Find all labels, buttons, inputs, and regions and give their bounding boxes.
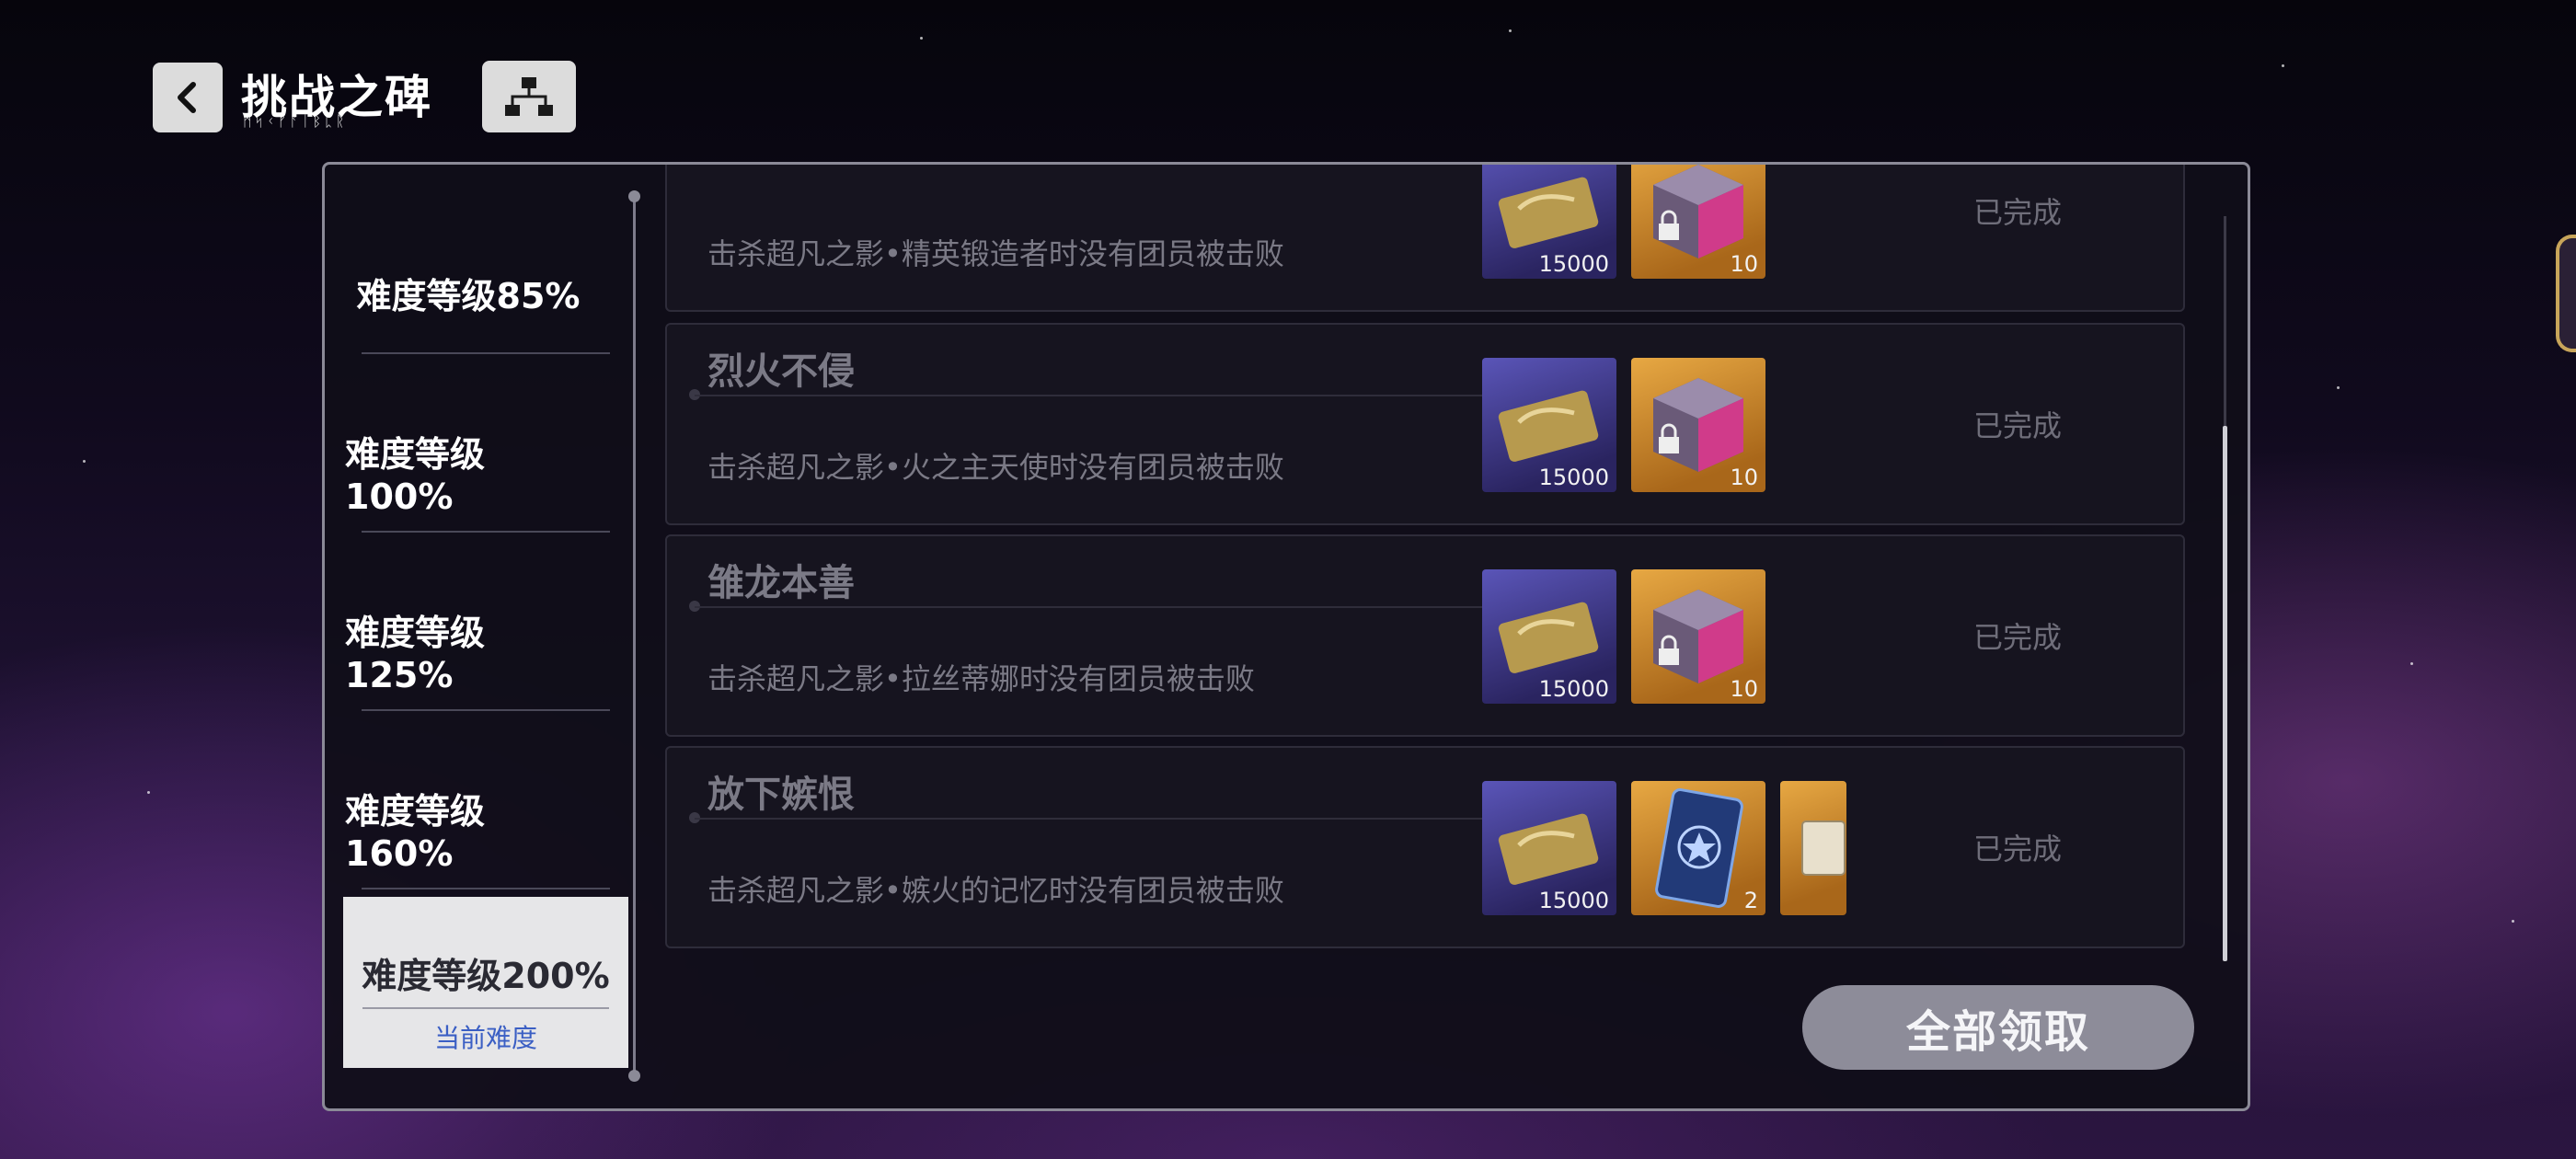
task-description: 击杀超凡之影•拉丝蒂娜时没有团员被击败 [707,661,1255,696]
divider [362,531,610,533]
difficulty-track [633,192,636,1075]
scroll-icon [1801,820,1846,876]
star [147,791,150,794]
divider [362,709,610,711]
star [83,460,86,463]
difficulty-label: 难度等级200% [362,956,610,996]
task-card: 烈火不侵 击杀超凡之影•火之主天使时没有团员被击败 15000 10 已完成 [665,323,2185,525]
task-description: 击杀超凡之影•精英锻造者时没有团员被击败 [707,236,1284,271]
challenge-panel: 难度等级85% 难度等级100% 难度等级125% 难度等级160% 难度等级2… [322,162,2250,1111]
claim-all-button[interactable]: 全部领取 [1802,985,2194,1070]
reward-count: 15000 [1538,676,1609,702]
difficulty-label: 难度等级160% [345,790,486,874]
reward-count: 10 [1730,676,1758,702]
hierarchy-button[interactable] [482,61,576,132]
track-dot [628,1070,640,1082]
task-description: 击杀超凡之影•嫉火的记忆时没有团员被击败 [707,873,1284,908]
task-title: 放下嫉恨 [707,774,855,816]
reward-count: 15000 [1538,888,1609,913]
difficulty-list: 难度等级85% 难度等级100% 难度等级125% 难度等级160% 难度等级2… [325,165,640,1108]
divider [362,352,610,354]
star [2410,662,2413,665]
reward-scroll[interactable] [1780,781,1846,915]
reward-count: 15000 [1538,251,1609,277]
reward-count: 10 [1730,465,1758,490]
difficulty-100[interactable]: 难度等级100% [345,382,592,560]
hierarchy-icon [505,77,553,116]
difficulty-85[interactable]: 难度等级85% [345,203,592,382]
reward-cube[interactable]: 10 [1631,358,1765,492]
side-tab-edge[interactable] [2556,235,2576,352]
difficulty-label: 难度等级85% [356,275,581,316]
task-status: 已完成 [1973,620,2063,655]
difficulty-label: 难度等级125% [345,612,486,695]
difficulty-125[interactable]: 难度等级125% [345,560,592,739]
difficulty-160[interactable]: 难度等级160% [345,739,592,917]
star [2337,386,2340,389]
task-list: 击杀超凡之影•精英锻造者时没有团员被击败 15000 10 已完成 烈火不侵 击… [665,165,2211,1108]
current-difficulty-tag: 当前难度 [433,1023,537,1053]
task-card: 击杀超凡之影•精英锻造者时没有团员被击败 15000 10 已完成 [665,165,2185,312]
star [2512,920,2514,923]
reward-count: 15000 [1538,465,1609,490]
task-status: 已完成 [1973,832,2063,866]
reward-count: 10 [1730,251,1758,277]
title-underline [695,606,1486,608]
difficulty-label: 难度等级100% [345,433,486,517]
reward-card[interactable]: 2 [1631,781,1765,915]
difficulty-200[interactable]: 难度等级200% 当前难度 [343,897,628,1068]
scrollbar-thumb[interactable] [2223,426,2227,961]
divider [362,888,610,889]
track-dot [628,190,640,202]
page-subtitle: ᛗᛋᚲᚠᚨᛁᛒᛈᚱ [243,112,348,130]
reward-count: 2 [1743,888,1758,913]
claim-all-label: 全部领取 [1905,1006,2090,1058]
reward-ticket[interactable]: 15000 [1482,165,1616,279]
task-card: 放下嫉恨 击杀超凡之影•嫉火的记忆时没有团员被击败 15000 2 已完成 [665,746,2185,948]
reward-ticket[interactable]: 15000 [1482,781,1616,915]
task-card: 雏龙本善 击杀超凡之影•拉丝蒂娜时没有团员被击败 15000 10 已完成 [665,534,2185,737]
task-title: 烈火不侵 [707,350,855,393]
task-description: 击杀超凡之影•火之主天使时没有团员被击败 [707,450,1284,485]
reward-ticket[interactable]: 15000 [1482,569,1616,704]
star [920,37,923,40]
star [1509,29,1512,32]
reward-cube[interactable]: 10 [1631,569,1765,704]
reward-cube[interactable]: 10 [1631,165,1765,279]
task-status: 已完成 [1973,408,2063,443]
reward-ticket[interactable]: 15000 [1482,358,1616,492]
task-status: 已完成 [1973,195,2063,230]
title-underline [695,818,1486,820]
star [2282,64,2284,67]
chevron-left-icon [178,82,196,113]
divider [362,1007,609,1009]
task-title: 雏龙本善 [707,562,855,604]
title-underline [695,395,1486,396]
back-button[interactable] [153,63,223,132]
